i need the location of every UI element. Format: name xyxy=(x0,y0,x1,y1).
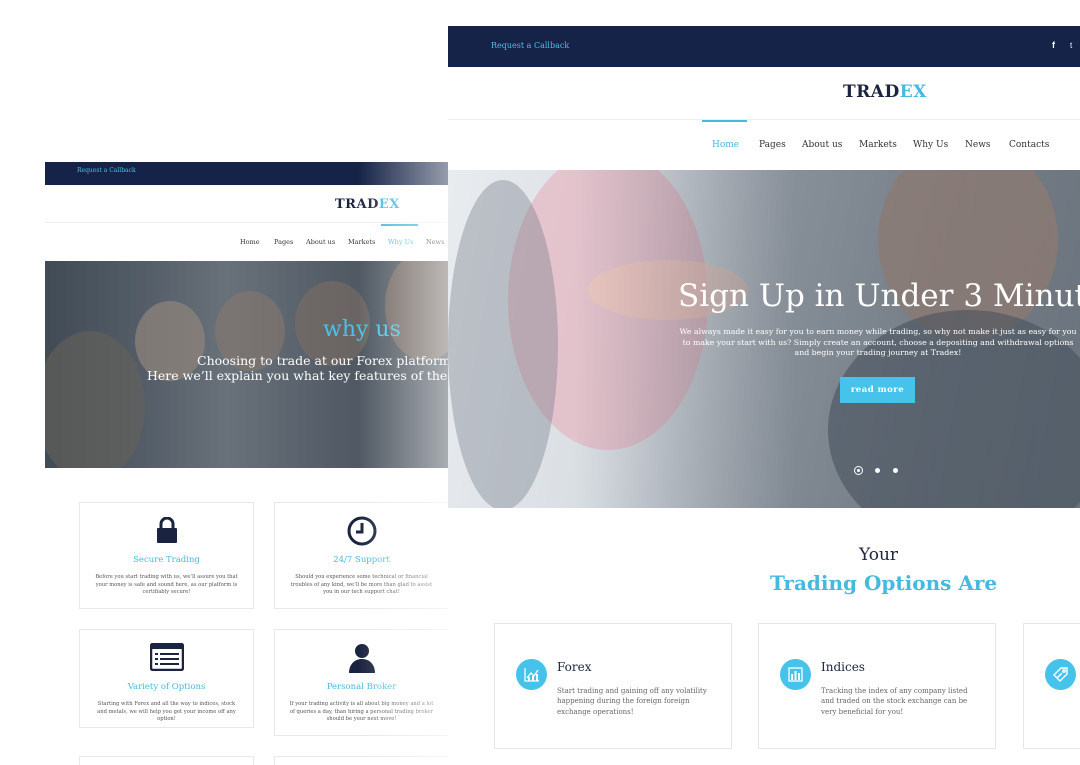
active-nav-indicator xyxy=(702,120,747,122)
section-title-line-1: Your xyxy=(859,545,899,565)
logo-main: TRAD xyxy=(843,82,900,102)
feature-card xyxy=(274,756,448,765)
feature-title: Personal Broker xyxy=(326,682,397,692)
feature-card xyxy=(79,756,254,765)
nav-contacts[interactable]: Contacts xyxy=(1009,140,1049,150)
home-page-preview: Request a Callback f t TRADEX Home Pages… xyxy=(448,26,1080,765)
nav-home[interactable]: Home xyxy=(240,238,260,246)
hero-text-line-1: Choosing to trade at our Forex platform … xyxy=(197,353,448,368)
nav-news[interactable]: News xyxy=(965,140,991,150)
bar-chart-icon xyxy=(780,659,811,690)
feature-card: 24/7 Support Should you experience some … xyxy=(274,502,448,609)
why-us-page-preview: Request a Callback TRADEX Home Pages Abo… xyxy=(45,162,448,765)
active-nav-indicator xyxy=(381,224,418,226)
logo-accent: EX xyxy=(899,82,927,102)
read-more-button[interactable]: read more xyxy=(840,377,915,403)
list-icon xyxy=(149,642,184,675)
slider-dot[interactable] xyxy=(893,468,898,473)
nav-home[interactable]: Home xyxy=(712,140,739,150)
logo-main: TRAD xyxy=(335,197,379,212)
hero-slider: Sign Up in Under 3 Minutes! We always ma… xyxy=(448,170,1080,508)
feature-card: Secure Trading Before you start trading … xyxy=(79,502,254,609)
option-title: Forex xyxy=(557,660,592,674)
chart-icon xyxy=(516,659,547,690)
clock-icon xyxy=(347,516,377,550)
feature-card: Personal Broker If your trading activity… xyxy=(274,629,448,736)
hero-title: why us xyxy=(323,317,401,342)
feature-card: Variety of Options Starting with Forex a… xyxy=(79,629,254,728)
feature-description: If your trading activity is all about bi… xyxy=(289,701,434,722)
option-description: Tracking the index of any company listed… xyxy=(821,687,968,716)
hero-title: Sign Up in Under 3 Minutes! xyxy=(678,278,1080,314)
feature-title: Secure Trading xyxy=(133,555,200,565)
facebook-icon[interactable]: f xyxy=(1052,40,1055,50)
option-card-forex[interactable]: Forex Start trading and gaining off any … xyxy=(494,623,732,749)
top-bar: Request a Callback xyxy=(45,162,448,185)
tag-icon xyxy=(1045,659,1076,690)
nav-markets[interactable]: Markets xyxy=(859,140,897,150)
nav-pages[interactable]: Pages xyxy=(274,238,293,246)
option-title: Indices xyxy=(821,660,865,674)
nav-why-us[interactable]: Why Us xyxy=(388,238,413,246)
main-nav: Home Pages About us Markets Why Us News xyxy=(45,224,448,261)
slider-dot[interactable] xyxy=(875,468,880,473)
twitter-icon[interactable]: t xyxy=(1070,41,1072,50)
feature-description: Before you start trading with us, we’ll … xyxy=(95,574,238,595)
request-callback-link[interactable]: Request a Callback xyxy=(491,41,569,50)
hero-banner: why us Choosing to trade at our Forex pl… xyxy=(45,261,448,468)
header: TRADEX xyxy=(45,185,448,223)
lock-icon xyxy=(156,516,178,547)
logo-accent: EX xyxy=(378,197,400,212)
main-nav: Home Pages About us Markets Why Us News … xyxy=(448,120,1080,170)
user-icon xyxy=(348,643,376,677)
nav-news[interactable]: News xyxy=(426,238,444,246)
logo[interactable]: TRADEX xyxy=(335,197,400,212)
nav-about-us[interactable]: About us xyxy=(306,238,335,246)
nav-pages[interactable]: Pages xyxy=(759,140,786,150)
feature-title: 24/7 Support xyxy=(333,555,390,565)
section-title-line-2: Trading Options Are xyxy=(770,571,998,595)
nav-why-us[interactable]: Why Us xyxy=(913,140,948,150)
feature-title: Variety of Options xyxy=(127,682,206,692)
option-card-indices[interactable]: Indices Tracking the index of any compan… xyxy=(758,623,996,749)
request-callback-link[interactable]: Request a Callback xyxy=(77,167,136,174)
feature-description: Starting with Forex and all the way to i… xyxy=(97,701,236,722)
hero-subtitle: We always made it easy for you to earn m… xyxy=(679,327,1077,357)
option-card-partial[interactable] xyxy=(1023,623,1080,749)
top-bar: Request a Callback f t xyxy=(448,26,1080,67)
slider-dot-active[interactable] xyxy=(854,466,863,475)
nav-markets[interactable]: Markets xyxy=(348,238,375,246)
logo[interactable]: TRADEX xyxy=(843,82,927,102)
hero-text-line-2: Here we’ll explain you what key features… xyxy=(147,368,448,383)
feature-description: Should you experience some technical or … xyxy=(290,574,433,595)
header: TRADEX xyxy=(448,67,1080,120)
option-description: Start trading and gaining off any volati… xyxy=(557,687,707,716)
nav-about-us[interactable]: About us xyxy=(802,140,842,150)
